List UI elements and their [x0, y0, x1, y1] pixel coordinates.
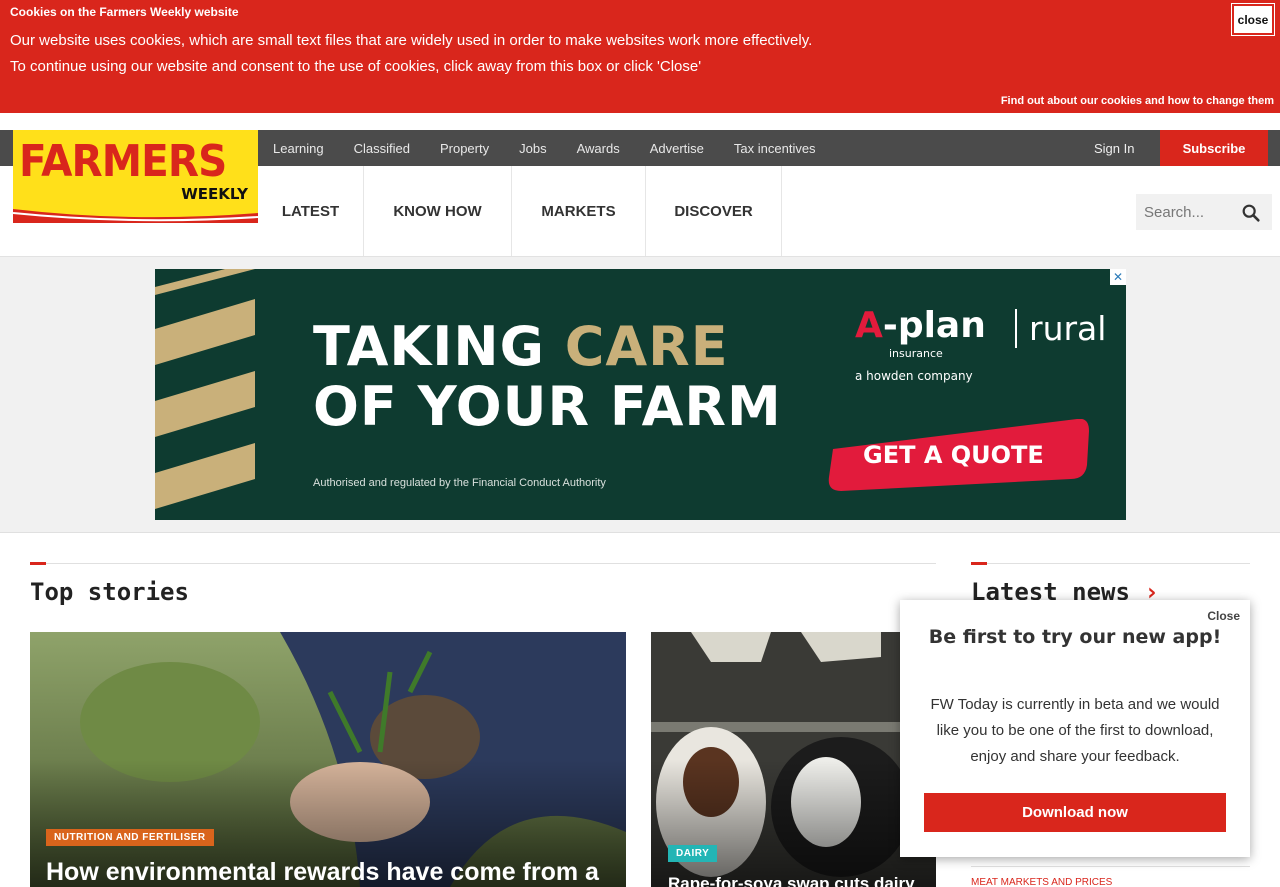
top-stories-rule [30, 563, 936, 564]
cookie-banner-text-line2: To continue using our website and consen… [10, 58, 702, 75]
ad-cta-label: GET A QUOTE [863, 441, 1044, 469]
popup-close-button[interactable]: Close [1207, 609, 1240, 623]
latest-news-divider [971, 866, 1250, 867]
ad-headline-taking: TAKING [313, 315, 565, 378]
cookie-close-button[interactable]: close [1231, 3, 1275, 36]
story-1-headline[interactable]: How environmental rewards have come from… [46, 858, 599, 887]
logo-swoosh-icon [13, 209, 258, 223]
utility-nav-learning[interactable]: Learning [273, 141, 324, 156]
app-promo-popup: Close Be first to try our new app! FW To… [900, 600, 1250, 857]
main-nav-markets[interactable]: MARKETS [512, 166, 646, 256]
popup-title: Be first to try our new app! [928, 626, 1222, 648]
ad-brand-rest: -plan [882, 305, 986, 346]
ad-brand-logo: A-plan rural insurance a howden company [855, 305, 1106, 383]
utility-nav-advertise[interactable]: Advertise [650, 141, 704, 156]
story-1-image [30, 632, 626, 887]
ad-brand-insurance: insurance [889, 347, 943, 360]
story-card-1[interactable]: NUTRITION AND FERTILISER How environment… [30, 632, 626, 887]
latest-news-accent [971, 562, 987, 565]
story-2-tag[interactable]: DAIRY [668, 845, 718, 862]
ad-headline-care: CARE [564, 315, 729, 378]
ad-brand-a: A [855, 305, 883, 346]
utility-nav-classified[interactable]: Classified [354, 141, 410, 156]
cookie-banner-text-line1: Our website uses cookies, which are smal… [10, 32, 813, 49]
cookie-banner-title: Cookies on the Farmers Weekly website [10, 5, 239, 19]
ad-stripes-graphic [155, 269, 255, 509]
search-icon[interactable] [1240, 202, 1262, 224]
utility-nav-tax-incentives[interactable]: Tax incentives [734, 141, 816, 156]
utility-nav-property[interactable]: Property [440, 141, 489, 156]
cookie-banner: Cookies on the Farmers Weekly website Ou… [0, 0, 1280, 113]
ad-get-quote-button[interactable]: GET A QUOTE [827, 419, 1089, 491]
story-1-tag[interactable]: NUTRITION AND FERTILISER [46, 829, 214, 846]
main-nav-latest[interactable]: LATEST [258, 166, 364, 256]
ad-disclaimer: Authorised and regulated by the Financia… [313, 477, 606, 489]
subscribe-button[interactable]: Subscribe [1160, 130, 1268, 166]
ad-headline-line1: TAKING CARE [313, 315, 729, 378]
ad-brand-rural: rural [1015, 309, 1106, 348]
advert-banner[interactable]: TAKING CARE OF YOUR FARM Authorised and … [155, 269, 1126, 520]
top-stories-accent [30, 562, 46, 565]
logo-word: FARMERS [19, 136, 227, 187]
story-2-headline[interactable]: Rape-for-soya swap cuts dairy [668, 874, 915, 887]
ad-close-icon[interactable]: ✕ [1110, 269, 1126, 285]
utility-nav: Learning Classified Property Jobs Awards… [273, 130, 846, 166]
logo-subword: WEEKLY [181, 185, 248, 203]
utility-nav-awards[interactable]: Awards [577, 141, 620, 156]
cookie-info-link[interactable]: Find out about our cookies and how to ch… [1001, 95, 1274, 107]
farmers-weekly-logo[interactable]: FARMERS WEEKLY [13, 130, 258, 223]
utility-nav-jobs[interactable]: Jobs [519, 141, 546, 156]
latest-news-rule [971, 563, 1250, 564]
top-stories-title: Top stories [30, 578, 189, 606]
main-nav-discover[interactable]: DISCOVER [646, 166, 782, 256]
latest-news-category[interactable]: MEAT MARKETS AND PRICES [971, 877, 1112, 887]
ad-headline-line2: OF YOUR FARM [313, 375, 782, 438]
main-nav-know-how[interactable]: KNOW HOW [364, 166, 512, 256]
ad-brand-howden: a howden company [855, 369, 973, 383]
download-now-button[interactable]: Download now [924, 793, 1226, 832]
ad-brand-name: A-plan [855, 305, 986, 346]
story-card-2[interactable]: DAIRY Rape-for-soya swap cuts dairy [651, 632, 936, 887]
popup-body: FW Today is currently in beta and we wou… [930, 696, 1220, 765]
search-box [1136, 194, 1272, 230]
search-input[interactable] [1136, 194, 1236, 230]
sign-in-link[interactable]: Sign In [1094, 141, 1134, 156]
